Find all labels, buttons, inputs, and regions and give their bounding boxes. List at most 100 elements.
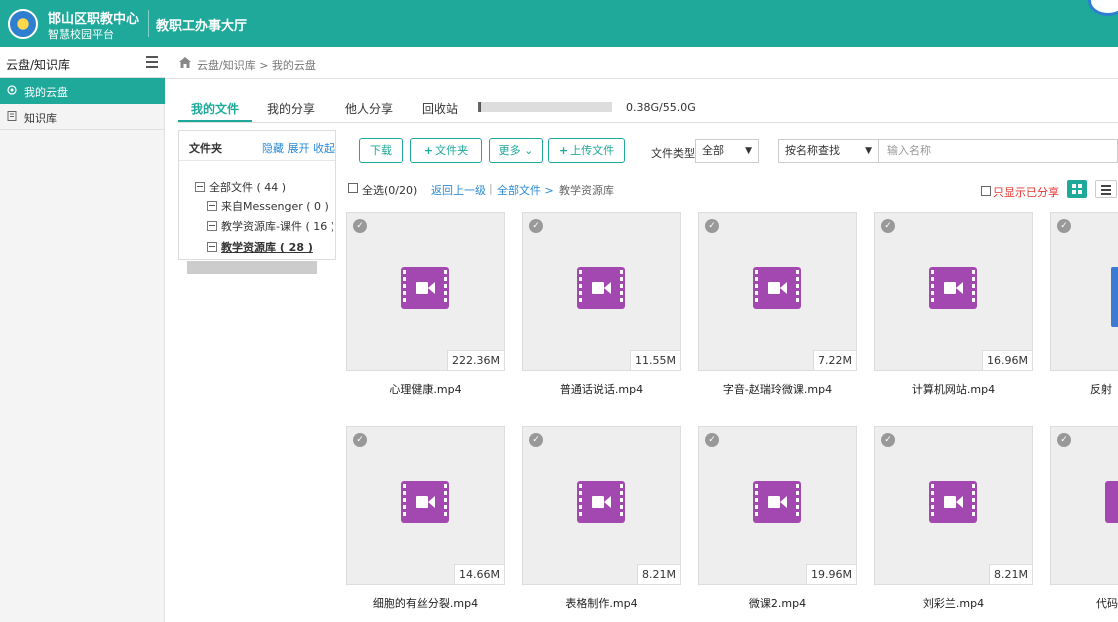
more-button[interactable]: 更多 ⌄ bbox=[489, 138, 543, 163]
path-root-link[interactable]: 全部文件 > bbox=[497, 182, 554, 198]
menu-toggle-icon[interactable] bbox=[146, 56, 158, 68]
search-input[interactable]: 输入名称 bbox=[879, 139, 1118, 163]
video-file-icon bbox=[929, 481, 977, 523]
collapse-icon[interactable] bbox=[207, 201, 217, 211]
select-check-icon[interactable]: ✓ bbox=[529, 433, 543, 447]
video-file-icon bbox=[577, 481, 625, 523]
video-file-icon bbox=[753, 481, 801, 523]
file-card[interactable]: ✓ 11.55M 普通话说话.mp4 bbox=[522, 212, 681, 397]
file-size: 8.21M bbox=[989, 564, 1032, 584]
select-check-icon[interactable]: ✓ bbox=[1057, 219, 1071, 233]
list-view-icon[interactable] bbox=[1095, 180, 1117, 198]
search-mode-value: 按名称查找 bbox=[785, 144, 840, 157]
file-name[interactable]: 字音-赵瑞玲微课.mp4 bbox=[698, 381, 857, 397]
tree-item-label: 全部文件 ( 44 ) bbox=[209, 181, 287, 194]
select-check-icon[interactable]: ✓ bbox=[353, 219, 367, 233]
file-thumbnail[interactable]: ✓ 7.22M bbox=[698, 212, 857, 371]
file-thumbnail[interactable]: ✓ 222.36M bbox=[346, 212, 505, 371]
file-card[interactable]: ✓ 代码 bbox=[1050, 426, 1118, 611]
separator: | bbox=[489, 182, 493, 195]
file-card[interactable]: ✓ 222.36M 心理健康.mp4 bbox=[346, 212, 505, 397]
file-type-select[interactable]: 全部 ▼ bbox=[695, 139, 759, 163]
file-name[interactable]: 微课2.mp4 bbox=[698, 595, 857, 611]
file-name[interactable]: 刘彩兰.mp4 bbox=[874, 595, 1033, 611]
select-check-icon[interactable]: ✓ bbox=[529, 219, 543, 233]
chevron-down-icon: ▼ bbox=[745, 146, 752, 156]
sidebar-item-label: 我的云盘 bbox=[24, 86, 68, 99]
breadcrumb-text[interactable]: 云盘/知识库 > 我的云盘 bbox=[197, 57, 316, 73]
search-mode-select[interactable]: 按名称查找 ▼ bbox=[778, 139, 879, 163]
file-name[interactable]: 代码 bbox=[1050, 595, 1118, 611]
file-card[interactable]: ✓ 8.21M 表格制作.mp4 bbox=[522, 426, 681, 611]
tree-item-all-files[interactable]: 全部文件 ( 44 ) bbox=[195, 179, 286, 195]
file-card[interactable]: ✓ 7.22M 字音-赵瑞玲微课.mp4 bbox=[698, 212, 857, 397]
tree-horizontal-scrollbar[interactable] bbox=[187, 261, 317, 274]
plus-icon: + bbox=[423, 144, 434, 157]
tab-recycle-bin[interactable]: 回收站 bbox=[412, 94, 468, 122]
select-check-icon[interactable]: ✓ bbox=[353, 433, 367, 447]
new-folder-button[interactable]: + 文件夹 bbox=[410, 138, 482, 163]
file-thumbnail[interactable]: ✓ 8.21M bbox=[874, 426, 1033, 585]
file-size: 19.96M bbox=[806, 564, 856, 584]
file-thumbnail[interactable]: ✓ 8.21M bbox=[522, 426, 681, 585]
file-name[interactable]: 反射 bbox=[1050, 381, 1118, 397]
home-icon[interactable] bbox=[179, 57, 191, 68]
folder-panel-header: 文件夹 隐藏 展开 收起 bbox=[179, 131, 335, 161]
storage-quota-text: 0.38G/55.0G bbox=[626, 101, 696, 114]
tree-item-courseware[interactable]: 教学资源库-课件 ( 16 ) bbox=[207, 218, 333, 234]
tree-item-messenger[interactable]: 来自Messenger ( 0 ) bbox=[207, 198, 329, 214]
tab-my-files[interactable]: 我的文件 bbox=[178, 94, 252, 122]
top-nav-service-hall[interactable]: 教职工办事大厅 bbox=[156, 15, 247, 34]
collapse-icon[interactable] bbox=[207, 221, 217, 231]
file-thumbnail[interactable]: ✓ 16.96M bbox=[874, 212, 1033, 371]
select-all-checkbox[interactable] bbox=[348, 183, 358, 193]
select-check-icon[interactable]: ✓ bbox=[881, 433, 895, 447]
file-thumbnail[interactable]: ✓ bbox=[1050, 426, 1118, 585]
file-name[interactable]: 计算机网站.mp4 bbox=[874, 381, 1033, 397]
brand-subtitle: 智慧校园平台 bbox=[48, 28, 114, 41]
file-card[interactable]: ✓ 8.21M 刘彩兰.mp4 bbox=[874, 426, 1033, 611]
file-card[interactable]: ✓ 反射 bbox=[1050, 212, 1118, 397]
select-check-icon[interactable]: ✓ bbox=[881, 219, 895, 233]
top-bar: 邯山区职教中心 智慧校园平台 教职工办事大厅 bbox=[0, 0, 1118, 47]
top-divider bbox=[148, 10, 149, 37]
collapse-icon[interactable] bbox=[207, 242, 217, 252]
tab-others-shares[interactable]: 他人分享 bbox=[336, 94, 402, 122]
brand-name: 邯山区职教中心 bbox=[48, 12, 140, 27]
only-shared-checkbox[interactable] bbox=[981, 186, 991, 196]
folder-panel-actions[interactable]: 隐藏 展开 收起 bbox=[262, 140, 335, 156]
user-avatar[interactable] bbox=[1088, 0, 1118, 16]
file-card[interactable]: ✓ 16.96M 计算机网站.mp4 bbox=[874, 212, 1033, 397]
tree-item-label: 来自Messenger ( 0 ) bbox=[221, 200, 329, 213]
sidebar-item-my-cloud[interactable]: 我的云盘 bbox=[0, 78, 165, 104]
sidebar-item-knowledge-base[interactable]: 知识库 bbox=[0, 104, 165, 130]
upload-button[interactable]: + 上传文件 bbox=[548, 138, 625, 163]
file-name[interactable]: 心理健康.mp4 bbox=[346, 381, 505, 397]
file-size: 7.22M bbox=[813, 350, 856, 370]
file-thumbnail[interactable]: ✓ 19.96M bbox=[698, 426, 857, 585]
select-check-icon[interactable]: ✓ bbox=[705, 433, 719, 447]
tab-my-shares[interactable]: 我的分享 bbox=[258, 94, 324, 122]
only-shared-label[interactable]: 只显示已分享 bbox=[993, 184, 1059, 200]
file-name[interactable]: 细胞的有丝分裂.mp4 bbox=[346, 595, 505, 611]
book-icon bbox=[7, 111, 17, 121]
back-link[interactable]: 返回上一级 bbox=[431, 182, 486, 198]
select-all-label[interactable]: 全选(0/20) bbox=[362, 182, 417, 198]
download-button[interactable]: 下载 bbox=[359, 138, 403, 163]
select-check-icon[interactable]: ✓ bbox=[1057, 433, 1071, 447]
select-check-icon[interactable]: ✓ bbox=[705, 219, 719, 233]
tabs-divider bbox=[178, 122, 1118, 123]
file-type-value: 全部 bbox=[702, 144, 724, 157]
file-name[interactable]: 表格制作.mp4 bbox=[522, 595, 681, 611]
collapse-icon[interactable] bbox=[195, 182, 205, 192]
file-card[interactable]: ✓ 14.66M 细胞的有丝分裂.mp4 bbox=[346, 426, 505, 611]
file-thumbnail[interactable]: ✓ bbox=[1050, 212, 1118, 371]
tree-item-resource-library[interactable]: 教学资源库 ( 28 ) bbox=[207, 239, 313, 255]
file-card[interactable]: ✓ 19.96M 微课2.mp4 bbox=[698, 426, 857, 611]
video-file-icon bbox=[753, 267, 801, 309]
file-thumbnail[interactable]: ✓ 14.66M bbox=[346, 426, 505, 585]
grid-view-icon[interactable] bbox=[1067, 180, 1087, 198]
file-thumbnail[interactable]: ✓ 11.55M bbox=[522, 212, 681, 371]
file-name[interactable]: 普通话说话.mp4 bbox=[522, 381, 681, 397]
sidebar: 云盘/知识库 我的云盘 知识库 bbox=[0, 47, 165, 622]
